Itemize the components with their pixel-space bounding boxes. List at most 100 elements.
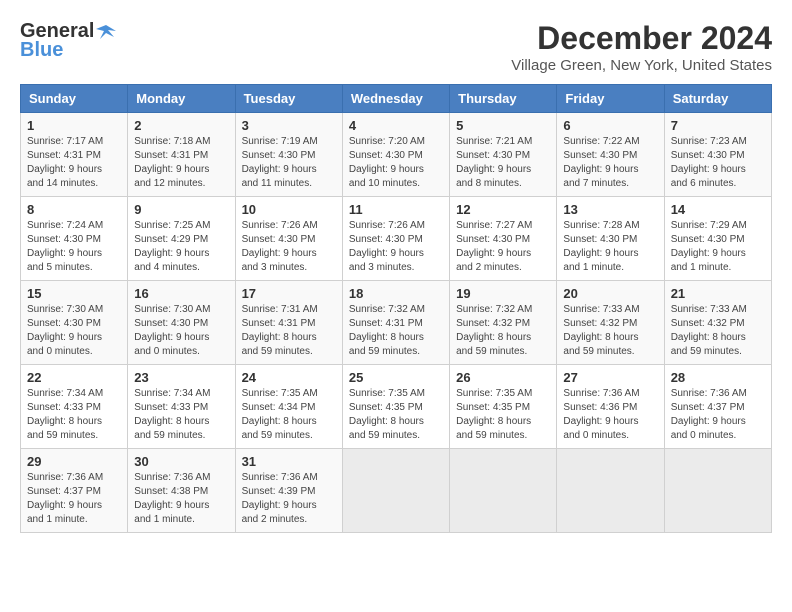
day-info: Sunrise: 7:30 AM Sunset: 4:30 PM Dayligh…: [134, 303, 228, 359]
table-row: [664, 449, 771, 533]
day-number: 28: [671, 370, 765, 385]
calendar-table: Sunday Monday Tuesday Wednesday Thursday…: [20, 84, 772, 533]
table-row: 18 Sunrise: 7:32 AM Sunset: 4:31 PM Dayli…: [342, 281, 449, 365]
table-row: 1 Sunrise: 7:17 AM Sunset: 4:31 PM Daylig…: [21, 113, 128, 197]
table-row: [342, 449, 449, 533]
table-row: 26 Sunrise: 7:35 AM Sunset: 4:35 PM Dayli…: [450, 365, 557, 449]
table-row: 17 Sunrise: 7:31 AM Sunset: 4:31 PM Dayli…: [235, 281, 342, 365]
day-info: Sunrise: 7:17 AM Sunset: 4:31 PM Dayligh…: [27, 135, 121, 191]
calendar-row: 15 Sunrise: 7:30 AM Sunset: 4:30 PM Dayli…: [21, 281, 772, 365]
day-info: Sunrise: 7:20 AM Sunset: 4:30 PM Dayligh…: [349, 135, 443, 191]
day-info: Sunrise: 7:36 AM Sunset: 4:38 PM Dayligh…: [134, 471, 228, 527]
day-number: 4: [349, 118, 443, 133]
day-info: Sunrise: 7:36 AM Sunset: 4:37 PM Dayligh…: [27, 471, 121, 527]
day-info: Sunrise: 7:23 AM Sunset: 4:30 PM Dayligh…: [671, 135, 765, 191]
table-row: 23Sunrise: 7:34 AM Sunset: 4:33 PM Dayli…: [128, 365, 235, 449]
day-info: Sunrise: 7:19 AM Sunset: 4:30 PM Dayligh…: [242, 135, 336, 191]
day-info: Sunrise: 7:33 AM Sunset: 4:32 PM Dayligh…: [671, 303, 765, 359]
logo-blue: Blue: [20, 39, 63, 62]
day-info: Sunrise: 7:27 AM Sunset: 4:30 PM Dayligh…: [456, 219, 550, 275]
table-row: [557, 449, 664, 533]
table-row: 29 Sunrise: 7:36 AM Sunset: 4:37 PM Dayli…: [21, 449, 128, 533]
day-number: 13: [563, 202, 657, 217]
day-number: 10: [242, 202, 336, 217]
day-info: Sunrise: 7:21 AM Sunset: 4:30 PM Dayligh…: [456, 135, 550, 191]
table-row: 14 Sunrise: 7:29 AM Sunset: 4:30 PM Dayli…: [664, 197, 771, 281]
day-number: 15: [27, 286, 121, 301]
location-title: Village Green, New York, United States: [511, 57, 772, 74]
col-thursday: Thursday: [450, 85, 557, 113]
day-number: 14: [671, 202, 765, 217]
day-info: Sunrise: 7:28 AM Sunset: 4:30 PM Dayligh…: [563, 219, 657, 275]
day-info: Sunrise: 7:35 AM Sunset: 4:35 PM Dayligh…: [456, 387, 550, 443]
table-row: 11Sunrise: 7:26 AM Sunset: 4:30 PM Dayli…: [342, 197, 449, 281]
day-number: 17: [242, 286, 336, 301]
day-number: 3: [242, 118, 336, 133]
day-number: 16: [134, 286, 228, 301]
day-number: 22: [27, 370, 121, 385]
day-info: Sunrise: 7:35 AM Sunset: 4:35 PM Dayligh…: [349, 387, 443, 443]
day-info: Sunrise: 7:26 AM Sunset: 4:30 PM Dayligh…: [242, 219, 336, 275]
day-number: 19: [456, 286, 550, 301]
table-row: 20 Sunrise: 7:33 AM Sunset: 4:32 PM Dayli…: [557, 281, 664, 365]
table-row: 13 Sunrise: 7:28 AM Sunset: 4:30 PM Dayli…: [557, 197, 664, 281]
day-number: 7: [671, 118, 765, 133]
month-title: December 2024: [511, 20, 772, 57]
table-row: 7 Sunrise: 7:23 AM Sunset: 4:30 PM Daylig…: [664, 113, 771, 197]
table-row: 4 Sunrise: 7:20 AM Sunset: 4:30 PM Daylig…: [342, 113, 449, 197]
table-row: 16 Sunrise: 7:30 AM Sunset: 4:30 PM Dayli…: [128, 281, 235, 365]
title-area: December 2024 Village Green, New York, U…: [511, 20, 772, 74]
day-number: 27: [563, 370, 657, 385]
table-row: [450, 449, 557, 533]
table-row: 10 Sunrise: 7:26 AM Sunset: 4:30 PM Dayli…: [235, 197, 342, 281]
day-number: 8: [27, 202, 121, 217]
day-number: 30: [134, 454, 228, 469]
day-info: Sunrise: 7:25 AM Sunset: 4:29 PM Dayligh…: [134, 219, 228, 275]
table-row: 21Sunrise: 7:33 AM Sunset: 4:32 PM Dayli…: [664, 281, 771, 365]
day-number: 18: [349, 286, 443, 301]
day-info: Sunrise: 7:32 AM Sunset: 4:31 PM Dayligh…: [349, 303, 443, 359]
table-row: 27 Sunrise: 7:36 AM Sunset: 4:36 PM Dayli…: [557, 365, 664, 449]
col-monday: Monday: [128, 85, 235, 113]
day-info: Sunrise: 7:35 AM Sunset: 4:34 PM Dayligh…: [242, 387, 336, 443]
day-info: Sunrise: 7:30 AM Sunset: 4:30 PM Dayligh…: [27, 303, 121, 359]
day-number: 20: [563, 286, 657, 301]
day-info: Sunrise: 7:24 AM Sunset: 4:30 PM Dayligh…: [27, 219, 121, 275]
table-row: 19 Sunrise: 7:32 AM Sunset: 4:32 PM Dayli…: [450, 281, 557, 365]
col-tuesday: Tuesday: [235, 85, 342, 113]
day-number: 24: [242, 370, 336, 385]
day-info: Sunrise: 7:31 AM Sunset: 4:31 PM Dayligh…: [242, 303, 336, 359]
day-number: 26: [456, 370, 550, 385]
table-row: 2Sunrise: 7:18 AM Sunset: 4:31 PM Daylig…: [128, 113, 235, 197]
day-info: Sunrise: 7:32 AM Sunset: 4:32 PM Dayligh…: [456, 303, 550, 359]
table-row: 24 Sunrise: 7:35 AM Sunset: 4:34 PM Dayli…: [235, 365, 342, 449]
table-row: 25Sunrise: 7:35 AM Sunset: 4:35 PM Dayli…: [342, 365, 449, 449]
table-row: 9 Sunrise: 7:25 AM Sunset: 4:29 PM Daylig…: [128, 197, 235, 281]
calendar-row: 22 Sunrise: 7:34 AM Sunset: 4:33 PM Dayli…: [21, 365, 772, 449]
day-info: Sunrise: 7:33 AM Sunset: 4:32 PM Dayligh…: [563, 303, 657, 359]
table-row: 31Sunrise: 7:36 AM Sunset: 4:39 PM Dayli…: [235, 449, 342, 533]
table-row: 28Sunrise: 7:36 AM Sunset: 4:37 PM Dayli…: [664, 365, 771, 449]
day-number: 2: [134, 118, 228, 133]
day-info: Sunrise: 7:29 AM Sunset: 4:30 PM Dayligh…: [671, 219, 765, 275]
day-info: Sunrise: 7:22 AM Sunset: 4:30 PM Dayligh…: [563, 135, 657, 191]
calendar-row: 8 Sunrise: 7:24 AM Sunset: 4:30 PM Daylig…: [21, 197, 772, 281]
day-number: 31: [242, 454, 336, 469]
day-info: Sunrise: 7:34 AM Sunset: 4:33 PM Dayligh…: [134, 387, 228, 443]
logo: General Blue: [20, 20, 118, 62]
table-row: 6Sunrise: 7:22 AM Sunset: 4:30 PM Daylig…: [557, 113, 664, 197]
col-wednesday: Wednesday: [342, 85, 449, 113]
day-number: 9: [134, 202, 228, 217]
day-info: Sunrise: 7:36 AM Sunset: 4:36 PM Dayligh…: [563, 387, 657, 443]
logo-bird-icon: [96, 21, 118, 43]
day-info: Sunrise: 7:26 AM Sunset: 4:30 PM Dayligh…: [349, 219, 443, 275]
table-row: 8 Sunrise: 7:24 AM Sunset: 4:30 PM Daylig…: [21, 197, 128, 281]
day-info: Sunrise: 7:34 AM Sunset: 4:33 PM Dayligh…: [27, 387, 121, 443]
table-row: 30 Sunrise: 7:36 AM Sunset: 4:38 PM Dayli…: [128, 449, 235, 533]
logo-text-block: General Blue: [20, 20, 118, 62]
col-saturday: Saturday: [664, 85, 771, 113]
calendar-header-row: Sunday Monday Tuesday Wednesday Thursday…: [21, 85, 772, 113]
col-friday: Friday: [557, 85, 664, 113]
day-number: 1: [27, 118, 121, 133]
day-number: 29: [27, 454, 121, 469]
